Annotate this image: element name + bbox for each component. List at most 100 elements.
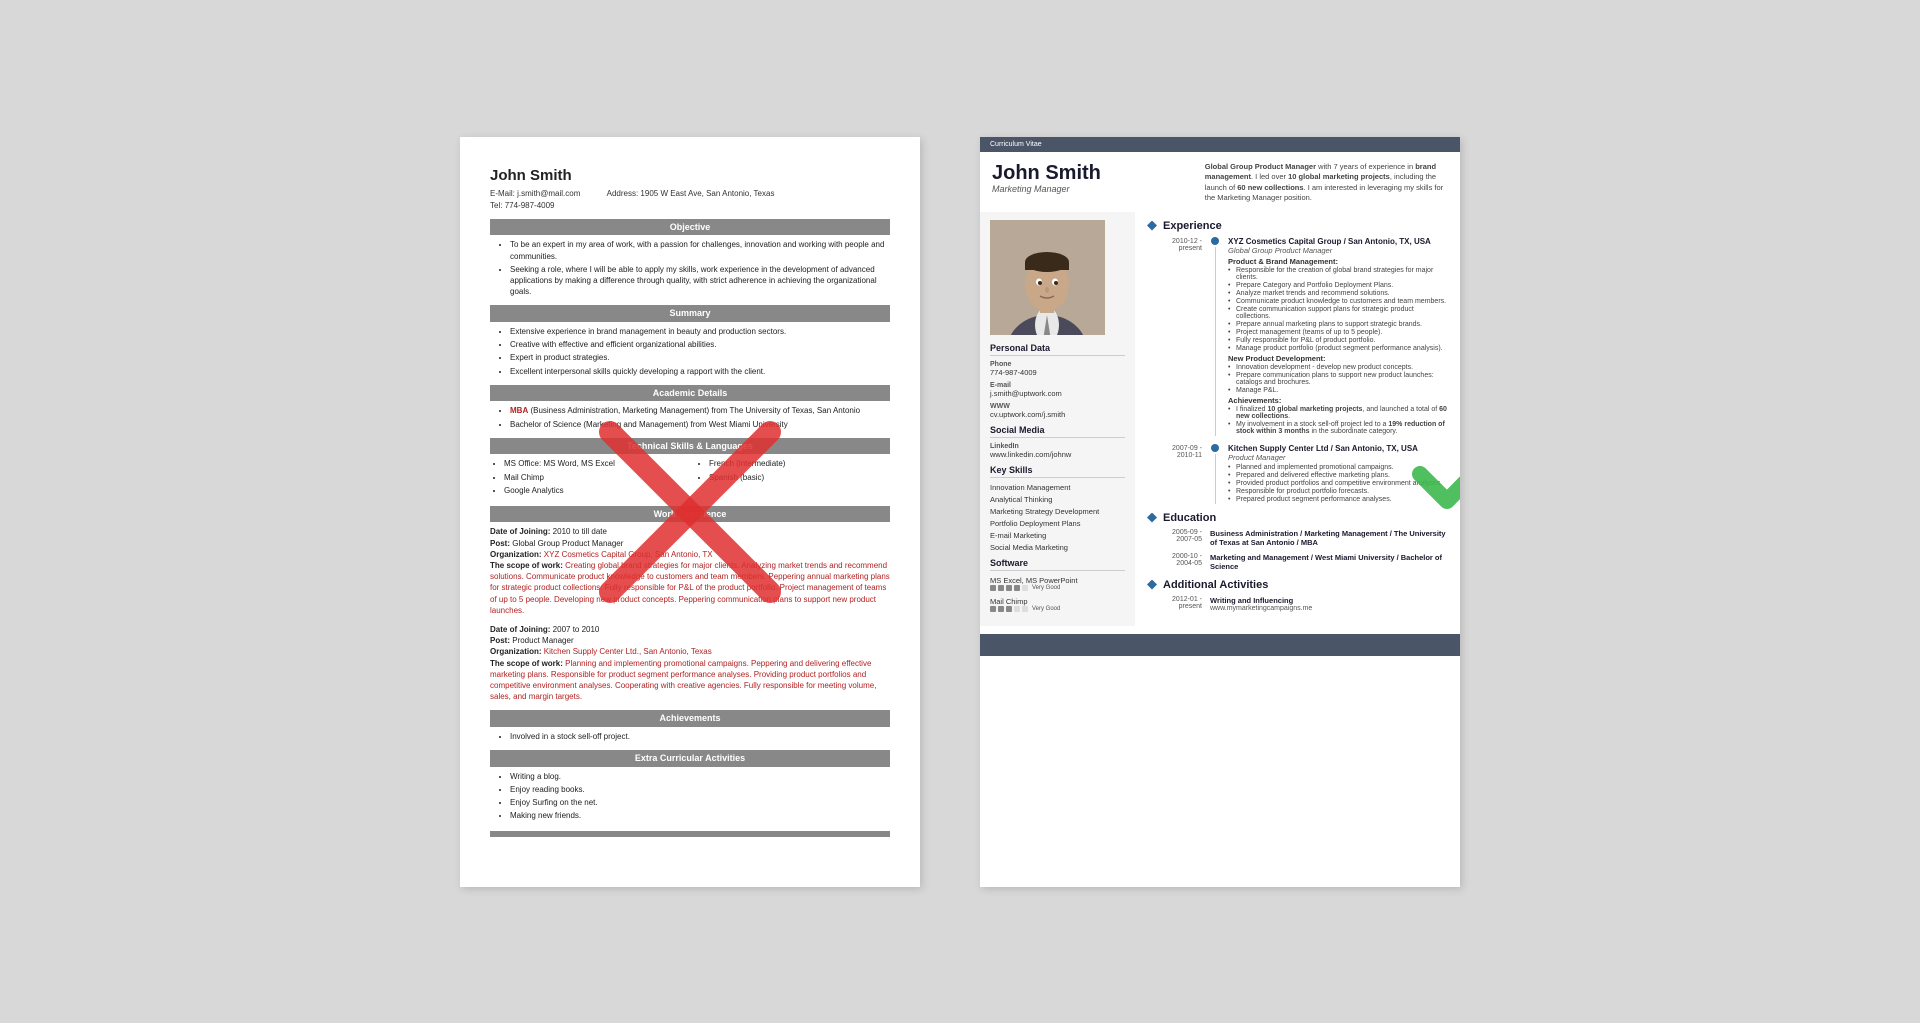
exp-bullet: Prepared product segment performance ana… xyxy=(1228,496,1448,503)
exp-company-1: XYZ Cosmetics Capital Group / San Antoni… xyxy=(1228,237,1448,246)
cv-label: Curriculum Vitae xyxy=(990,141,1042,148)
summary-item-1: Extensive experience in brand management… xyxy=(510,326,890,337)
exp-bullet: Innovation development - develop new pro… xyxy=(1228,364,1448,371)
exp-entry-2: 2007-09 - 2010-11 Kitchen Supply Center … xyxy=(1147,444,1448,504)
lang-2: Spanish (basic) xyxy=(709,472,890,483)
summary-item-3: Expert in product strategies. xyxy=(510,352,890,363)
sw-label-1: Very Good xyxy=(1032,585,1060,591)
skills-grid: MS Office: MS Word, MS Excel Mail Chimp … xyxy=(490,458,890,498)
cv-name: John Smith xyxy=(992,162,1195,184)
sw-dot-2-5 xyxy=(1022,606,1028,612)
edu-content-1: Business Administration / Marketing Mana… xyxy=(1210,529,1448,547)
resume-left: John Smith E-Mail: j.smith@mail.com Addr… xyxy=(460,137,920,887)
cv-header-bar: Curriculum Vitae xyxy=(980,137,1460,152)
exp-bullet: Prepare Category and Portfolio Deploymen… xyxy=(1228,282,1448,289)
skills-right: French (intermediate) Spanish (basic) xyxy=(695,458,890,498)
act-detail-1: www.mymarketingcampaigns.me xyxy=(1210,605,1448,612)
exp-role-2: Product Manager xyxy=(1228,453,1448,462)
left-name: John Smith xyxy=(490,165,890,186)
www-label: WWW xyxy=(990,403,1125,410)
exp-subsec-1-3: Achievements: xyxy=(1228,396,1448,405)
exp-dates-1: 2010-12 - present xyxy=(1147,237,1202,436)
objective-item-2: Seeking a role, where I will be able to … xyxy=(510,264,890,298)
sw-label-2: Very Good xyxy=(1032,606,1060,612)
skill-2: Mail Chimp xyxy=(504,472,685,483)
email-label: E-mail xyxy=(990,382,1125,389)
exp-bullet: Create communication support plans for s… xyxy=(1228,306,1448,320)
exp-bullet: Responsible for the creation of global b… xyxy=(1228,267,1448,281)
exp-dot-2 xyxy=(1211,444,1219,452)
cv-main: Experience 2010-12 - present XYZ Cosmeti… xyxy=(1135,212,1460,626)
exp-company-2: Kitchen Supply Center Ltd / San Antonio,… xyxy=(1228,444,1448,453)
left-contact-email: E-Mail: j.smith@mail.com Address: 1905 W… xyxy=(490,188,890,199)
sw-dots-2 xyxy=(990,606,1028,612)
sw-dot-2-2 xyxy=(998,606,1004,612)
exp-subsec-1-1: Product & Brand Management: xyxy=(1228,257,1448,266)
www-value: cv.uptwork.com/j.smith xyxy=(990,410,1125,419)
phone-label: Phone xyxy=(990,361,1125,368)
exp-bullet: Prepare communication plans to support n… xyxy=(1228,372,1448,386)
exp-dot-line-2 xyxy=(1210,444,1220,504)
edu-entry-2: 2000-10 - 2004-05 Marketing and Manageme… xyxy=(1147,553,1448,571)
achievements-header: Achievements xyxy=(490,710,890,727)
www-item: WWW cv.uptwork.com/j.smith xyxy=(990,403,1125,419)
exp-content-1: XYZ Cosmetics Capital Group / San Antoni… xyxy=(1228,237,1448,436)
act-title-1: Writing and Influencing xyxy=(1210,596,1448,605)
sw-dots-1 xyxy=(990,585,1028,591)
exp-entry-1: 2010-12 - present XYZ Cosmetics Capital … xyxy=(1147,237,1448,436)
act-content-1: Writing and Influencing www.mymarketingc… xyxy=(1210,596,1448,612)
exp-bullet: Communicate product knowledge to custome… xyxy=(1228,298,1448,305)
skill-item-3: Marketing Strategy Development xyxy=(990,507,1125,516)
extra-3: Enjoy Surfing on the net. xyxy=(510,797,890,808)
exp-dot-1 xyxy=(1211,237,1219,245)
exp-content-2: Kitchen Supply Center Ltd / San Antonio,… xyxy=(1228,444,1448,504)
phone-value: 774-987-4009 xyxy=(990,368,1125,377)
sw-bar-1: Very Good xyxy=(990,585,1125,591)
address-value: 1905 W East Ave, San Antonio, Texas xyxy=(640,189,774,198)
edu-degree-1: Business Administration / Marketing Mana… xyxy=(1210,529,1448,547)
exp-dates-2: 2007-09 - 2010-11 xyxy=(1147,444,1202,504)
sw-name-1: MS Excel, MS PowerPoint xyxy=(990,576,1125,585)
exp-bullet: Prepare annual marketing plans to suppor… xyxy=(1228,321,1448,328)
resumes-comparison: John Smith E-Mail: j.smith@mail.com Addr… xyxy=(460,137,1460,887)
exp-line-1 xyxy=(1215,247,1216,436)
extra-2: Enjoy reading books. xyxy=(510,784,890,795)
skills-list: Innovation Management Analytical Thinkin… xyxy=(990,483,1125,552)
cv-photo xyxy=(990,220,1105,335)
exp-bullet: Fully responsible for P&L of product por… xyxy=(1228,337,1448,344)
sw-name-2: Mail Chimp xyxy=(990,597,1125,606)
edu-dates-1: 2005-09 - 2007-05 xyxy=(1147,529,1202,547)
exp-bullet: Provided product portfolios and competit… xyxy=(1228,480,1448,487)
work-entry-2: Date of Joining: 2007 to 2010 Post: Prod… xyxy=(490,624,890,702)
extra-4: Making new friends. xyxy=(510,810,890,821)
activities-title: Additional Activities xyxy=(1147,579,1448,591)
academic-header: Academic Details xyxy=(490,385,890,402)
sw-dot-2-4 xyxy=(1014,606,1020,612)
cv-sidebar: Personal Data Phone 774-987-4009 E-mail … xyxy=(980,212,1135,626)
summary-list: Extensive experience in brand management… xyxy=(490,326,890,377)
exp-bullet: Manage product portfolio (product segmen… xyxy=(1228,345,1448,352)
email-label: E-Mail: xyxy=(490,189,515,198)
skill-item-1: Innovation Management xyxy=(990,483,1125,492)
cv-footer-bar xyxy=(980,634,1460,656)
social-media-title: Social Media xyxy=(990,425,1125,438)
education-title: Education xyxy=(1147,512,1448,524)
extra-section: Writing a blog. Enjoy reading books. Enj… xyxy=(490,771,890,822)
skill-3: Google Analytics xyxy=(504,485,685,496)
skill-item-4: Portfolio Deployment Plans xyxy=(990,519,1125,528)
exp-bullets-1-3: I finalized 10 global marketing projects… xyxy=(1228,406,1448,435)
exp-bullet: I finalized 10 global marketing projects… xyxy=(1228,406,1448,420)
cv-name-section: John Smith Marketing Manager xyxy=(992,162,1195,204)
exp-bullet: Prepared and delivered effective marketi… xyxy=(1228,472,1448,479)
exp-role-1: Global Group Product Manager xyxy=(1228,246,1448,255)
exp-bullet: Manage P&L. xyxy=(1228,387,1448,394)
extra-1: Writing a blog. xyxy=(510,771,890,782)
exp-bullets-2: Planned and implemented promotional camp… xyxy=(1228,464,1448,503)
work-entry-1: Date of Joining: 2010 to till date Post:… xyxy=(490,526,890,616)
summary-item-4: Excellent interpersonal skills quickly d… xyxy=(510,366,890,377)
edu-content-2: Marketing and Management / West Miami Un… xyxy=(1210,553,1448,571)
skill-item-6: Social Media Marketing xyxy=(990,543,1125,552)
work-header: Work Experience xyxy=(490,506,890,523)
lang-1: French (intermediate) xyxy=(709,458,890,469)
academic-item-1: MBA (Business Administration, Marketing … xyxy=(510,405,890,416)
